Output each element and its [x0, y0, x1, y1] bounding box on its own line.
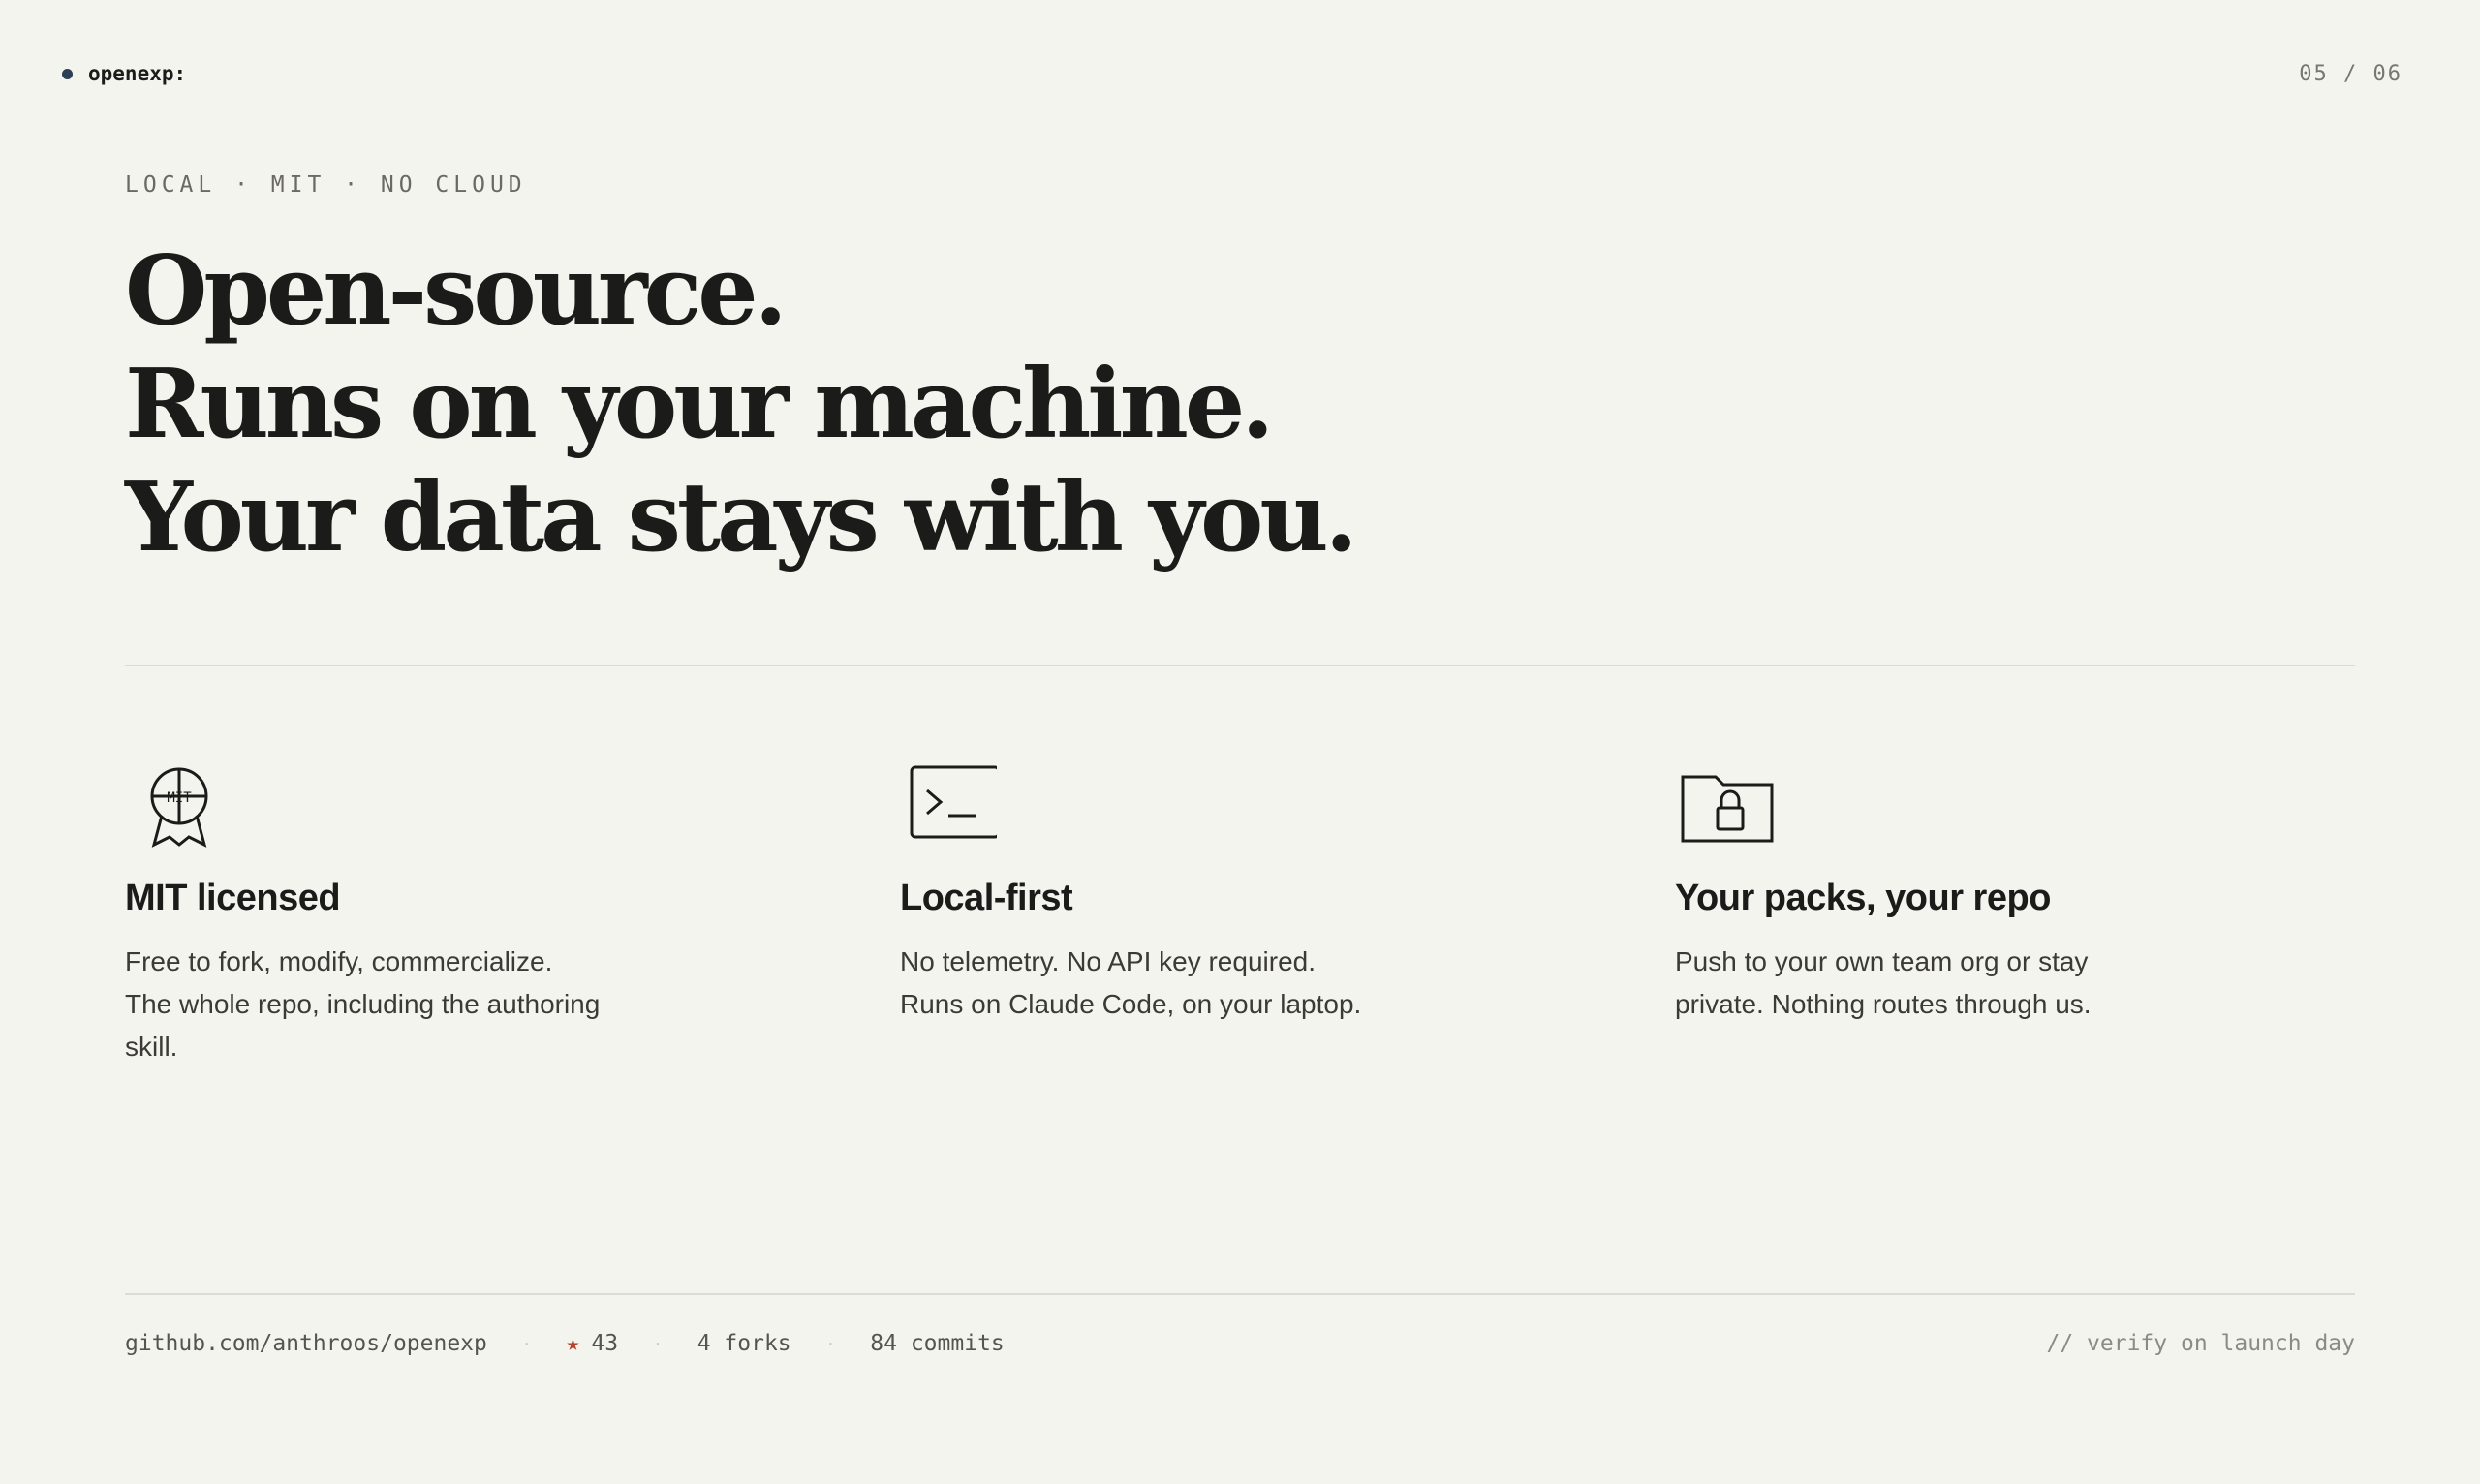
brand-name: openexp: — [88, 62, 187, 85]
commit-count[interactable]: 84 commits — [870, 1331, 1004, 1356]
feature-description: Free to fork, modify, commercialize. The… — [125, 946, 601, 1062]
mit-badge-icon: MIT — [125, 756, 745, 852]
divider-top — [125, 665, 2355, 666]
feature-mit: MIT MIT licensed Free to fork, modify, c… — [125, 756, 745, 1068]
mit-badge-text: MIT — [167, 790, 192, 806]
star-count[interactable]: ★ 43 — [567, 1331, 619, 1356]
star-icon: ★ — [566, 1331, 580, 1356]
repo-link[interactable]: github.com/anthroos/openexp — [125, 1331, 487, 1356]
terminal-icon — [900, 756, 1520, 852]
slide-pager: 05 / 06 — [2299, 62, 2402, 86]
locked-folder-icon — [1675, 756, 2295, 852]
brand[interactable]: openexp: — [62, 62, 186, 85]
feature-description: Push to your own team org or stay privat… — [1675, 946, 2092, 1019]
feature-local-first: Local-first No telemetry. No API key req… — [900, 756, 1520, 1026]
feature-title: MIT licensed — [125, 878, 341, 918]
feature-title: Local-first — [900, 878, 1073, 918]
separator: · — [825, 1334, 836, 1353]
fork-count[interactable]: 4 forks — [698, 1331, 791, 1356]
headline: Open-source. Runs on your machine. Your … — [125, 234, 1358, 574]
top-bar: openexp: 05 / 06 — [62, 62, 2418, 91]
feature-your-packs: Your packs, your repo Push to your own t… — [1675, 756, 2295, 1026]
repo-stats: github.com/anthroos/openexp · ★ 43 · 4 fo… — [125, 1331, 1005, 1356]
eyebrow-label: LOCAL · MIT · NO CLOUD — [125, 172, 527, 198]
headline-line-3: Your data stays with you. — [125, 462, 1358, 573]
divider-bottom — [125, 1293, 2355, 1295]
separator: · — [521, 1334, 532, 1353]
feature-description: No telemetry. No API key required. Runs … — [900, 946, 1362, 1019]
brand-dot-icon — [62, 68, 73, 79]
footer: github.com/anthroos/openexp · ★ 43 · 4 fo… — [125, 1331, 2355, 1360]
headline-line-1: Open-source. — [125, 235, 788, 347]
headline-line-2: Runs on your machine. — [125, 349, 1274, 460]
feature-title: Your packs, your repo — [1675, 878, 2051, 918]
footer-note: // verify on launch day — [2046, 1331, 2356, 1356]
separator: · — [653, 1334, 663, 1353]
